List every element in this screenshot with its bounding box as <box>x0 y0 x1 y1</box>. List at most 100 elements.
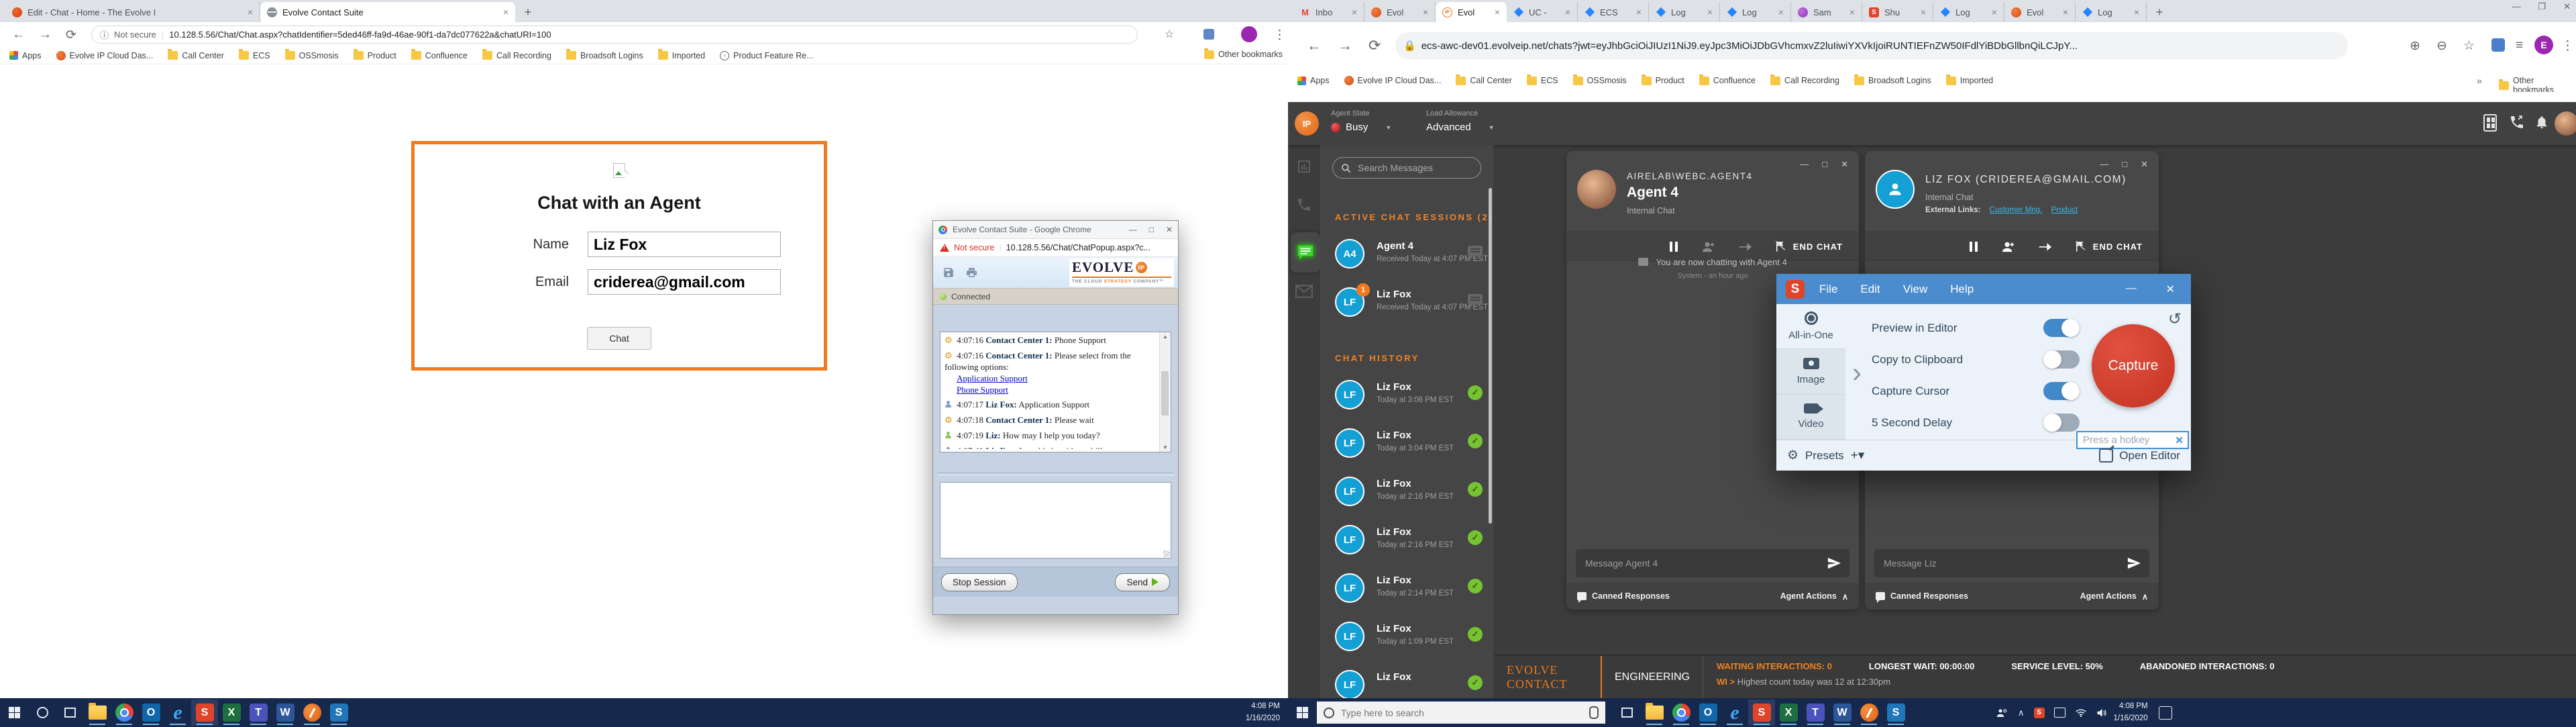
clear-hotkey-icon[interactable]: ✕ <box>2175 434 2184 446</box>
history-item[interactable]: LF Liz Fox Today at 3:04 PM EST ✓ <box>1320 420 1493 469</box>
setting-toggle[interactable] <box>2043 382 2080 400</box>
history-item[interactable]: LF Liz Fox ✓ <box>1320 662 1493 698</box>
transfer-icon[interactable] <box>2038 241 2051 252</box>
chat-button[interactable]: Chat <box>587 327 651 350</box>
agent-actions-button[interactable]: Agent Actions ∧ <box>1780 591 1848 601</box>
email-icon[interactable] <box>1293 281 1315 302</box>
scroll-thumb[interactable] <box>1161 371 1169 416</box>
volume-icon[interactable] <box>2096 708 2107 718</box>
scroll-up-icon[interactable]: ▲ <box>1160 334 1171 340</box>
taskbar-word[interactable] <box>1829 699 1856 726</box>
agent-state-control[interactable]: Agent State Busy▼ <box>1331 109 1391 133</box>
menu-item[interactable]: View <box>1903 283 1928 296</box>
tab-close-icon[interactable]: × <box>248 7 253 17</box>
popup-maximize-icon[interactable]: □ <box>1149 225 1154 234</box>
transfer-icon[interactable] <box>1738 241 1752 252</box>
new-tab-button[interactable]: + <box>2151 3 2168 21</box>
reading-list-icon[interactable]: ≡ <box>2516 38 2523 53</box>
taskbar-snagit[interactable] <box>1748 699 1775 726</box>
calls-icon[interactable] <box>1293 194 1315 215</box>
browser-tab[interactable]: Log × <box>1720 2 1791 22</box>
search-box[interactable] <box>1332 157 1481 179</box>
taskbar-teams[interactable] <box>245 699 272 726</box>
refresh-icon[interactable]: ⟳ <box>1368 37 1381 54</box>
popup-minimize-icon[interactable]: — <box>1129 225 1137 234</box>
message-input[interactable] <box>1584 557 1827 569</box>
panel-close-icon[interactable]: ✕ <box>1841 159 1848 170</box>
tab-close-icon[interactable]: × <box>1778 7 1784 17</box>
scrollbar[interactable]: ▲ ▼ <box>1159 332 1171 452</box>
tab-close-icon[interactable]: × <box>1921 7 1926 17</box>
info-icon[interactable]: ⓘ <box>100 28 109 41</box>
taskbar-ie[interactable] <box>164 699 191 726</box>
user-avatar[interactable] <box>2555 111 2576 136</box>
menu-item[interactable]: Edit <box>1860 283 1880 296</box>
snagit-minimize-icon[interactable]: — <box>2126 283 2137 296</box>
taskbar-s-app[interactable] <box>1882 699 1909 726</box>
tab-close-icon[interactable]: × <box>1495 7 1500 17</box>
add-preset-icon[interactable]: +▾ <box>1851 448 1865 463</box>
setting-toggle[interactable] <box>2043 414 2080 432</box>
back-icon[interactable]: ← <box>12 28 25 42</box>
capture-mode-tab[interactable]: All-in-One <box>1776 304 1845 349</box>
taskbar-pen-app[interactable] <box>1856 699 1882 726</box>
message-option-link[interactable]: Phone Support <box>957 385 1157 396</box>
capture-button[interactable]: Capture <box>2092 324 2175 407</box>
customer-mng-link[interactable]: Customer Mng. <box>1990 206 2043 214</box>
setting-toggle[interactable] <box>2043 350 2080 369</box>
bookmark-item[interactable]: Imported <box>658 51 705 60</box>
taskbar-pen-app[interactable] <box>299 699 325 726</box>
tab-close-icon[interactable]: × <box>1849 7 1855 17</box>
taskbar-excel[interactable] <box>218 699 245 726</box>
bookmark-item[interactable]: OSSmosis <box>285 51 339 60</box>
window-minimize-icon[interactable]: — <box>2512 1 2520 12</box>
browser-tab[interactable]: Log × <box>1649 2 1720 22</box>
tab-close-icon[interactable]: × <box>503 7 508 17</box>
tab-close-icon[interactable]: × <box>1565 7 1570 17</box>
load-allowance-control[interactable]: Load Allowance Advanced▼ <box>1426 109 1495 133</box>
capture-mode-tab[interactable]: Video <box>1776 395 1845 440</box>
task-view-icon[interactable] <box>1621 708 1633 718</box>
session-item[interactable]: LF 1 Liz Fox Received Today at 4:07 PM E… <box>1320 279 1493 328</box>
history-item[interactable]: LF Liz Fox Today at 3:06 PM EST ✓ <box>1320 372 1493 420</box>
message-input-bar[interactable] <box>1576 549 1849 577</box>
canned-responses-button[interactable]: Canned Responses <box>1577 591 1670 601</box>
history-item[interactable]: LF Liz Fox Today at 2:16 PM EST ✓ <box>1320 517 1493 565</box>
product-link[interactable]: Product <box>2051 206 2078 214</box>
tab-close-icon[interactable]: × <box>1992 7 1997 17</box>
back-icon[interactable]: ← <box>1307 37 1322 54</box>
browser-tab[interactable]: Log × <box>2076 2 2147 22</box>
chats-tab-active[interactable] <box>1291 232 1320 273</box>
task-view-icon[interactable] <box>64 708 76 718</box>
cortana-icon[interactable] <box>37 707 48 718</box>
taskbar-file-explorer[interactable] <box>1641 699 1668 726</box>
start-button[interactable] <box>9 707 20 718</box>
bookmark-item[interactable]: Call Recording <box>482 51 551 60</box>
browser-tab[interactable]: Sam × <box>1791 2 1862 22</box>
bookmark-item[interactable]: Confluence <box>411 51 468 60</box>
message-input[interactable] <box>1882 557 2127 569</box>
hotkey-field[interactable]: ✕ <box>2076 431 2189 449</box>
message-option-link[interactable]: Application Support <box>957 373 1157 385</box>
popup-titlebar[interactable]: Evolve Contact Suite - Google Chrome — □… <box>933 221 1178 239</box>
tab-close-icon[interactable]: × <box>1636 7 1642 17</box>
taskbar-teams[interactable] <box>1802 699 1829 726</box>
menu-kebab-icon[interactable]: ⋮ <box>1273 28 1286 43</box>
dashboard-icon[interactable] <box>1293 156 1315 177</box>
tab-close-icon[interactable]: × <box>2134 7 2139 17</box>
taskbar-search-input[interactable] <box>1340 707 1584 719</box>
menu-kebab-icon[interactable]: ⋮ <box>2561 38 2574 54</box>
session-item[interactable]: A4 Agent 4 Received Today at 4:07 PM EST <box>1320 231 1493 279</box>
bookmark-item[interactable]: Confluence <box>1699 76 1756 85</box>
profile-avatar[interactable]: E <box>2534 36 2553 54</box>
email-field[interactable] <box>588 269 781 295</box>
end-chat-button[interactable]: END CHAT <box>2074 240 2143 252</box>
scroll-down-icon[interactable]: ▼ <box>1160 444 1171 450</box>
refresh-icon[interactable]: ⟳ <box>66 28 76 43</box>
history-item[interactable]: LF Liz Fox Today at 2:14 PM EST ✓ <box>1320 565 1493 614</box>
bookmark-item[interactable]: Product <box>1642 76 1684 85</box>
message-textarea[interactable] <box>941 483 1171 558</box>
add-participant-icon[interactable] <box>1701 240 1715 252</box>
sidebar-scrollbar[interactable] <box>1489 188 1492 524</box>
popup-address-bar[interactable]: Not secure | 10.128.5.56/Chat/ChatPopup.… <box>933 239 1178 257</box>
